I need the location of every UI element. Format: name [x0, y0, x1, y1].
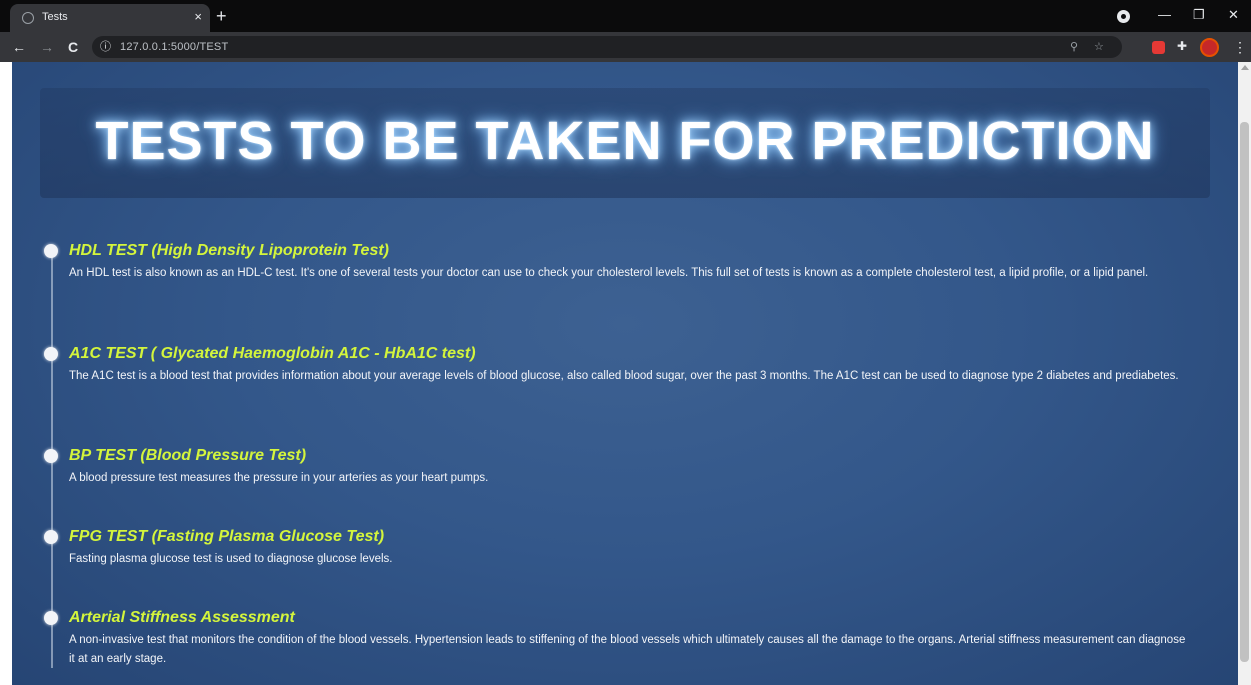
timeline-bullet	[44, 347, 58, 361]
maximize-button[interactable]: ❐	[1193, 6, 1205, 24]
reload-button[interactable]: C	[68, 38, 78, 56]
profile-icon[interactable]	[1117, 10, 1130, 23]
address-bar[interactable]: ⓘ 127.0.0.1:5000/TEST ⚲ ☆	[92, 36, 1122, 58]
timeline-bullet	[44, 611, 58, 625]
page-title: TESTS TO BE TAKEN FOR PREDICTION	[95, 111, 1155, 171]
extension-red-icon[interactable]	[1152, 41, 1165, 54]
tab-close-icon[interactable]: ×	[194, 9, 202, 25]
zoom-icon[interactable]: ⚲	[1070, 40, 1078, 54]
test-heading: HDL TEST (High Density Lipoprotein Test)	[69, 242, 389, 259]
test-description: Fasting plasma glucose test is used to d…	[69, 553, 393, 565]
tab-strip: Tests × + — ❐ ✕	[0, 0, 1251, 32]
new-tab-button[interactable]: +	[216, 6, 227, 26]
tests-page: TESTS TO BE TAKEN FOR PREDICTION HDL TES…	[12, 62, 1238, 685]
test-heading: Arterial Stiffness Assessment	[69, 609, 295, 626]
timeline-bullet	[44, 449, 58, 463]
timeline-bullet	[44, 244, 58, 258]
scroll-up-arrow-icon[interactable]	[1241, 65, 1249, 70]
url-text[interactable]: 127.0.0.1:5000/TEST	[120, 40, 228, 54]
tab-favicon-icon	[22, 12, 34, 24]
browser-window: Tests × + — ❐ ✕ ← → C ⓘ 127.0.0.1:5000/T…	[0, 0, 1251, 62]
scrollbar-thumb[interactable]	[1240, 122, 1249, 662]
page-viewport: TESTS TO BE TAKEN FOR PREDICTION HDL TES…	[0, 62, 1251, 685]
test-heading: FPG TEST (Fasting Plasma Glucose Test)	[69, 528, 385, 545]
test-heading: A1C TEST ( Glycated Haemoglobin A1C - Hb…	[69, 345, 476, 362]
test-heading: BP TEST (Blood Pressure Test)	[69, 447, 307, 464]
timeline-bullet	[44, 530, 58, 544]
minimize-button[interactable]: —	[1158, 6, 1171, 24]
forward-button[interactable]: →	[40, 38, 54, 56]
close-window-button[interactable]: ✕	[1228, 6, 1239, 24]
test-description: The A1C test is a blood test that provid…	[69, 370, 1179, 382]
title-banner: TESTS TO BE TAKEN FOR PREDICTION	[40, 88, 1210, 198]
tab-tests[interactable]: Tests ×	[10, 4, 210, 32]
test-description: An HDL test is also known as an HDL-C te…	[69, 267, 1149, 279]
back-button[interactable]: ←	[12, 38, 26, 56]
menu-dots-icon[interactable]: ⋮	[1233, 39, 1247, 55]
info-icon[interactable]: ⓘ	[100, 40, 111, 54]
browser-toolbar: ← → C ⓘ 127.0.0.1:5000/TEST ⚲ ☆ ✚ ⋮	[0, 32, 1251, 62]
profile-avatar[interactable]	[1200, 38, 1219, 57]
test-description: A non-invasive test that monitors the co…	[69, 634, 1186, 665]
star-icon[interactable]: ☆	[1094, 40, 1104, 54]
tab-title: Tests	[42, 11, 68, 23]
puzzle-icon[interactable]: ✚	[1177, 40, 1190, 53]
vertical-scrollbar[interactable]	[1238, 62, 1251, 685]
test-description: A blood pressure test measures the press…	[69, 472, 489, 484]
